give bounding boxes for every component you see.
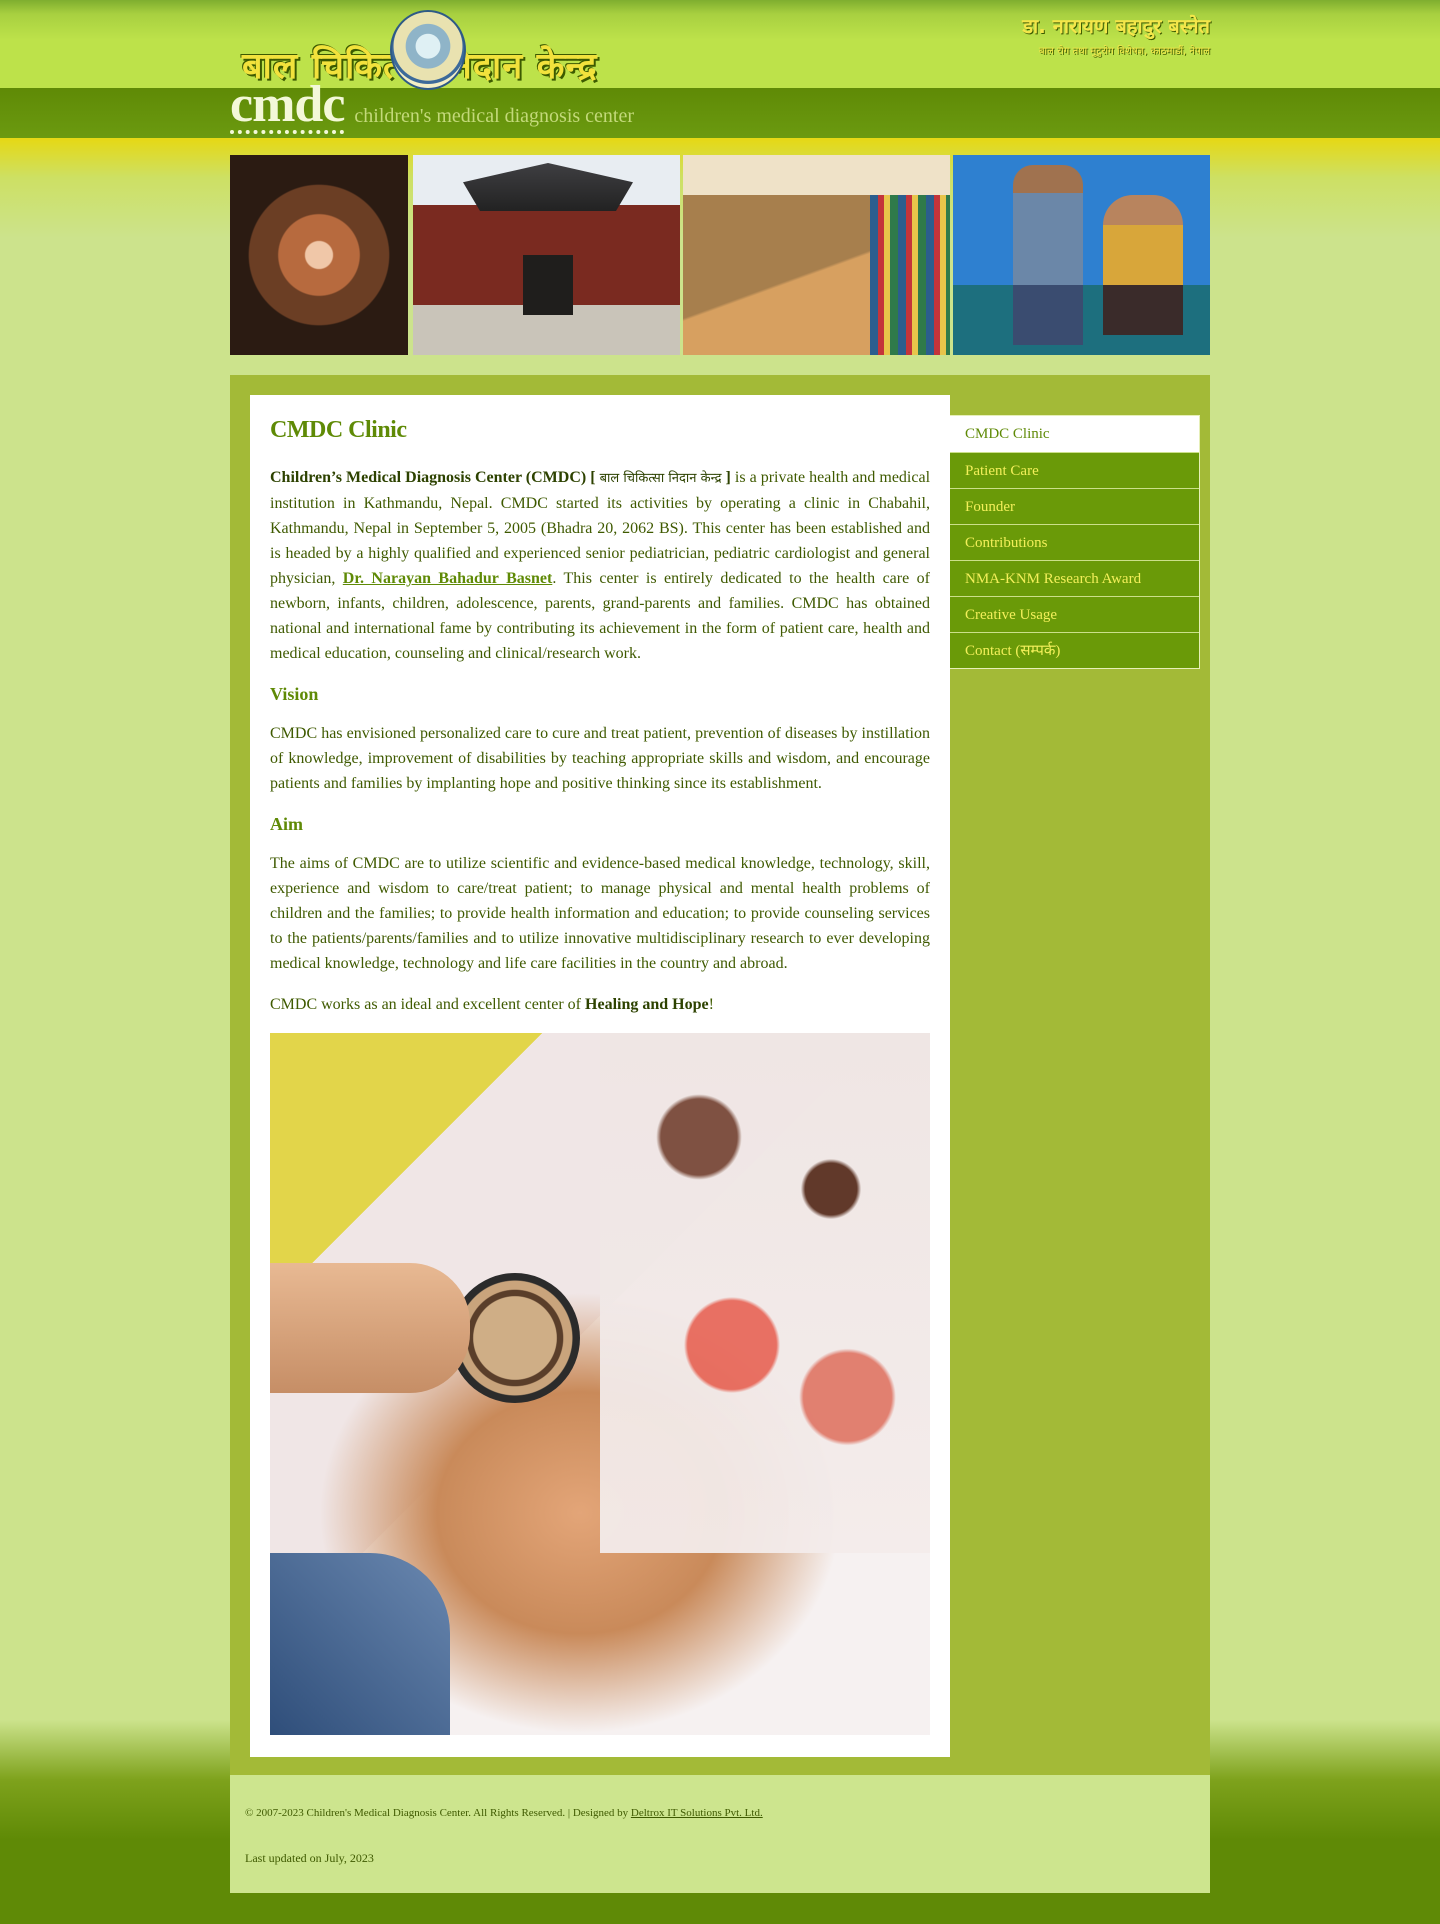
doctor-header: डा. नारायण बहादुर बस्नेत बाल रोग तथा मुट… <box>1022 12 1210 57</box>
intro-paragraph: Children’s Medical Diagnosis Center (CMD… <box>270 465 930 666</box>
brand-band <box>0 88 1440 138</box>
copyright-text: © 2007-2023 Children's Medical Diagnosis… <box>245 1807 631 1819</box>
menu-item-contributions[interactable]: Contributions <box>950 524 1199 560</box>
menu-item-research-award[interactable]: NMA-KNM Research Award <box>950 560 1199 596</box>
menu-item-cmdc-clinic[interactable]: CMDC Clinic <box>950 416 1199 452</box>
banner-photo-lamp <box>230 155 408 355</box>
hand-shape <box>270 1263 470 1393</box>
seal-icon <box>390 10 466 90</box>
vision-paragraph: CMDC has envisioned personalized care to… <box>270 725 930 792</box>
menu-item-contact[interactable]: Contact (सम्पर्क) <box>950 632 1199 668</box>
intro-bold: Children’s Medical Diagnosis Center (CMD… <box>270 469 596 486</box>
vision-heading: Vision <box>270 684 319 704</box>
designer-link[interactable]: Deltrox IT Solutions Pvt. Ltd. <box>631 1807 763 1819</box>
stethoscope-photo <box>270 1033 930 1735</box>
intro-devanagari: बाल चिकित्सा निदान केन्द्र <box>599 471 722 486</box>
footer: © 2007-2023 Children's Medical Diagnosis… <box>230 1775 1210 1893</box>
brand: cmdc children's medical diagnosis center <box>230 79 635 136</box>
aim-paragraph: The aims of CMDC are to utilize scientif… <box>270 855 930 972</box>
banner-photo-gate <box>413 155 680 355</box>
menu-item-founder[interactable]: Founder <box>950 488 1199 524</box>
doctor-name: डा. नारायण बहादुर बस्नेत <box>1022 14 1210 38</box>
last-updated: Last updated on July, 2023 <box>245 1851 374 1865</box>
closing-paragraph: CMDC works as an ideal and excellent cen… <box>270 992 930 1017</box>
sidebar-menu: CMDC Clinic Patient Care Founder Contrib… <box>950 415 1200 669</box>
page-title: CMDC Clinic <box>270 417 407 443</box>
doctor-subtitle: बाल रोग तथा मुटुरोग विशेषज्ञ, काठमाडौं, … <box>1038 46 1210 57</box>
brand-name[interactable]: cmdc <box>230 79 345 134</box>
header-band <box>0 0 1440 88</box>
aim-heading: Aim <box>270 814 303 834</box>
founder-link[interactable]: Dr. Narayan Bahadur Basnet <box>343 570 553 587</box>
copyright: © 2007-2023 Children's Medical Diagnosis… <box>245 1807 1195 1819</box>
content-panel: CMDC Clinic Children’s Medical Diagnosis… <box>250 395 950 1757</box>
closing-bold: Healing and Hope <box>585 996 709 1013</box>
menu-item-patient-care[interactable]: Patient Care <box>950 452 1199 488</box>
brand-tagline: children's medical diagnosis center <box>354 105 635 127</box>
closing-prefix: CMDC works as an ideal and excellent cen… <box>270 996 586 1013</box>
banner-photo-library <box>683 155 950 355</box>
banner-photo-doctor <box>953 155 1210 355</box>
closing-suffix: ! <box>708 996 714 1013</box>
menu-item-creative-usage[interactable]: Creative Usage <box>950 596 1199 632</box>
